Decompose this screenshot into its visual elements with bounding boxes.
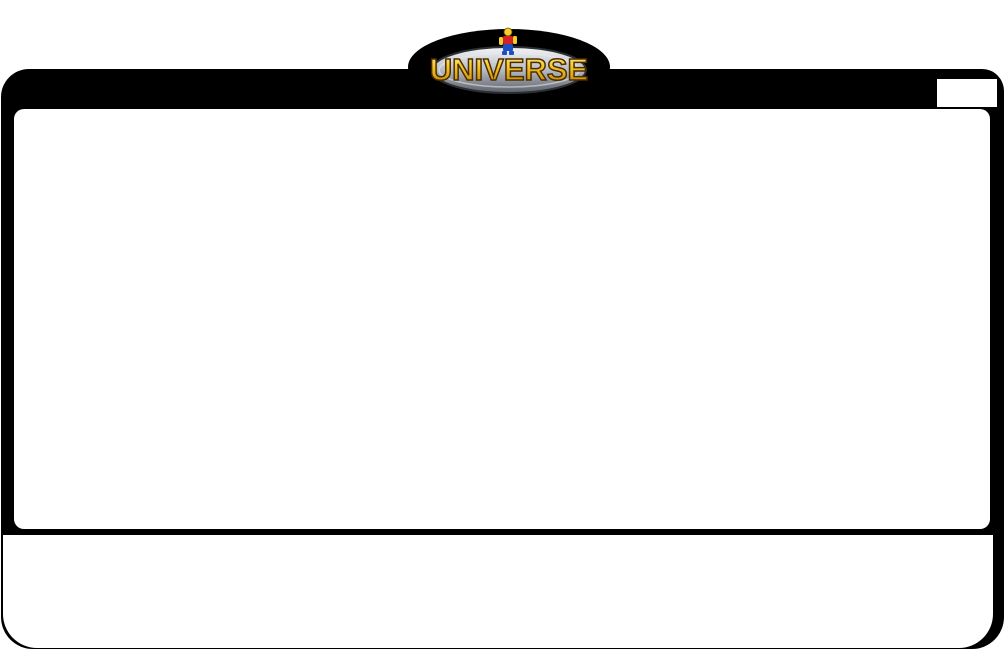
main-content-panel: [14, 109, 990, 529]
logo-wordmark: UNIVERSE: [430, 52, 588, 87]
close-button[interactable]: [937, 79, 997, 107]
bottom-status-panel: [3, 535, 993, 648]
lego-universe-logo-icon: UNIVERSE: [408, 27, 610, 105]
launcher-stage: UNIVERSE: [0, 0, 1005, 649]
logo-badge: UNIVERSE: [407, 25, 611, 105]
